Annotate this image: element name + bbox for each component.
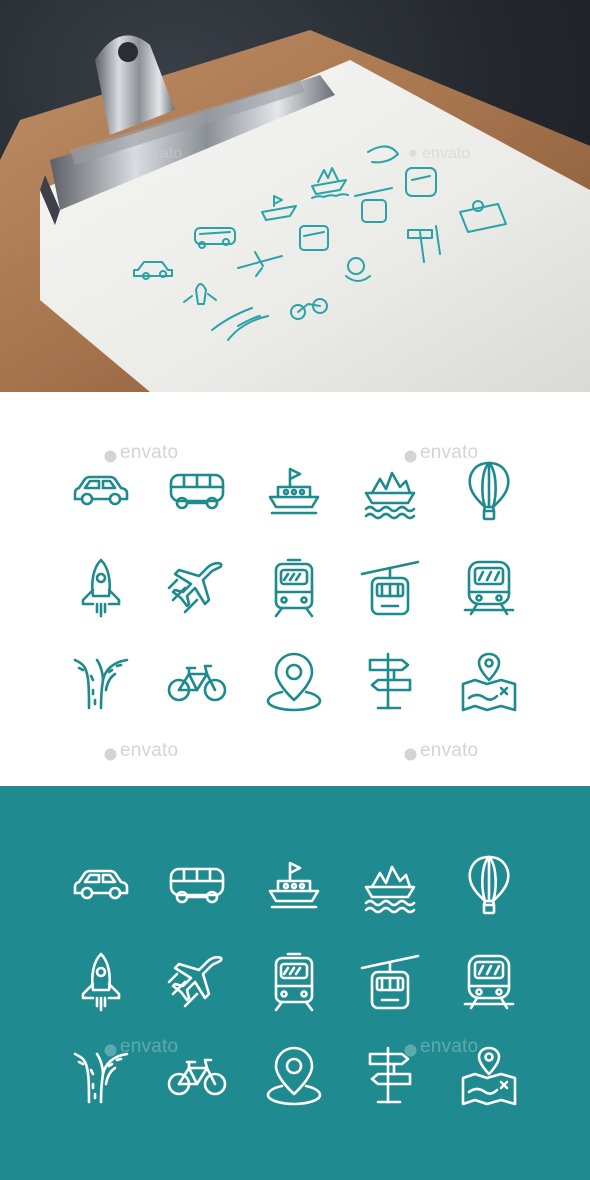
- rocket-icon: [69, 950, 133, 1014]
- train-icon: [457, 950, 521, 1014]
- car-icon: [69, 853, 133, 917]
- boat-icon: [358, 853, 422, 917]
- clipboard-scene: ● envato ● envato: [0, 30, 590, 392]
- hot-air-balloon-icon: [457, 459, 521, 523]
- cable-car-icon: [358, 950, 422, 1014]
- icon-grid-teal: [0, 786, 590, 1180]
- signpost-icon: [358, 1044, 422, 1108]
- train-icon: [457, 556, 521, 620]
- signpost-icon: [358, 650, 422, 714]
- tram-icon: [262, 950, 326, 1014]
- bicycle-icon: [165, 1044, 229, 1108]
- airplane-icon: [165, 950, 229, 1014]
- icon-set-preview: ● envato ● envato envato envato envato e…: [0, 0, 590, 1180]
- hot-air-balloon-icon: [457, 853, 521, 917]
- location-pin-icon: [262, 650, 326, 714]
- bicycle-icon: [165, 650, 229, 714]
- map-icon: [457, 1044, 521, 1108]
- icons-on-white: envato envato envato envato: [0, 392, 590, 786]
- tram-icon: [262, 556, 326, 620]
- map-icon: [457, 650, 521, 714]
- ship-icon: [262, 853, 326, 917]
- road-icon: [69, 1044, 133, 1108]
- ship-icon: [262, 459, 326, 523]
- location-pin-icon: [262, 1044, 326, 1108]
- airplane-icon: [165, 556, 229, 620]
- cable-car-icon: [358, 556, 422, 620]
- road-icon: [69, 650, 133, 714]
- clipboard-photo: ● envato ● envato: [0, 0, 590, 392]
- car-icon: [69, 459, 133, 523]
- icon-grid-white: [0, 392, 590, 786]
- icons-on-teal: envato envato: [0, 786, 590, 1180]
- photo-watermark-right: ● envato: [408, 145, 470, 162]
- bus-icon: [165, 853, 229, 917]
- boat-icon: [358, 459, 422, 523]
- bus-icon: [165, 459, 229, 523]
- rocket-icon: [69, 556, 133, 620]
- photo-watermark-left: ● envato: [120, 145, 182, 162]
